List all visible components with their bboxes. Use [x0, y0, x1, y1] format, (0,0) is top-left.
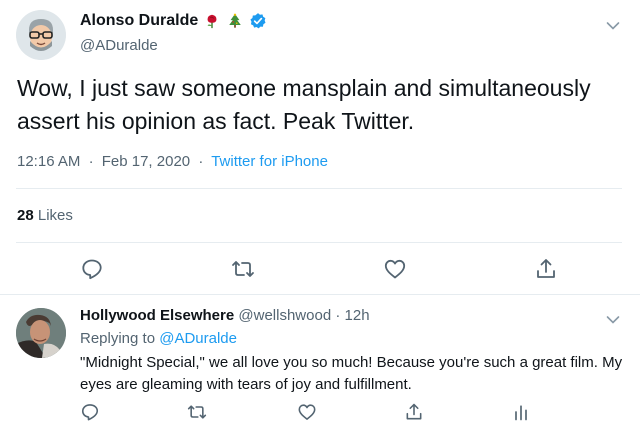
- author-handle[interactable]: @ADuralde: [80, 37, 158, 54]
- likes-label: Likes: [37, 207, 73, 224]
- retweet-icon[interactable]: [187, 402, 207, 422]
- reply-header: Hollywood Elsewhere @wellshwood · 12h: [80, 307, 370, 324]
- retweet-icon[interactable]: [231, 257, 255, 281]
- chevron-down-icon[interactable]: [606, 312, 620, 324]
- tweet-meta: 12:16 AM · Feb 17, 2020 · Twitter for iP…: [17, 153, 328, 170]
- reply-age[interactable]: 12h: [345, 307, 370, 324]
- rose-emoji: [203, 12, 221, 30]
- divider: [16, 188, 622, 189]
- tweet-date[interactable]: Feb 17, 2020: [102, 153, 190, 170]
- tweet-time[interactable]: 12:16 AM: [17, 153, 80, 170]
- like-icon[interactable]: [383, 257, 407, 281]
- share-icon[interactable]: [534, 257, 558, 281]
- verified-badge-icon: [249, 12, 267, 30]
- tweet-source-link[interactable]: Twitter for iPhone: [211, 153, 328, 170]
- meta-separator: ·: [335, 307, 341, 324]
- main-tweet: Alonso Duralde @ADuralde Wow, I just saw…: [0, 0, 640, 294]
- author-name[interactable]: Alonso Duralde: [80, 12, 198, 30]
- tweet-text: Wow, I just saw someone mansplain and si…: [17, 75, 591, 134]
- likes-stat[interactable]: 28 Likes: [17, 207, 73, 224]
- avatar[interactable]: [16, 308, 66, 358]
- meta-separator: ·: [198, 153, 204, 170]
- author-name-row[interactable]: Alonso Duralde: [80, 12, 267, 30]
- replying-prefix: Replying to: [80, 330, 156, 347]
- reply-icon[interactable]: [80, 402, 100, 422]
- replying-to: Replying to @ADuralde: [80, 330, 237, 347]
- share-icon[interactable]: [404, 402, 424, 422]
- christmas-tree-emoji: [226, 12, 244, 30]
- meta-separator: ·: [88, 153, 94, 170]
- likes-count: 28: [17, 207, 34, 224]
- like-icon[interactable]: [297, 402, 317, 422]
- reply-icon[interactable]: [80, 257, 104, 281]
- reply-tweet[interactable]: Hollywood Elsewhere @wellshwood · 12h Re…: [0, 295, 640, 439]
- chevron-down-icon[interactable]: [606, 18, 620, 30]
- reply-text: "Midnight Special," we all love you so m…: [80, 354, 623, 393]
- divider: [16, 242, 622, 243]
- reply-author-handle[interactable]: @wellshwood: [238, 307, 331, 324]
- avatar[interactable]: [16, 10, 66, 60]
- replying-mention-link[interactable]: @ADuralde: [159, 330, 237, 347]
- analytics-icon[interactable]: [511, 402, 531, 422]
- reply-author-name[interactable]: Hollywood Elsewhere: [80, 307, 234, 324]
